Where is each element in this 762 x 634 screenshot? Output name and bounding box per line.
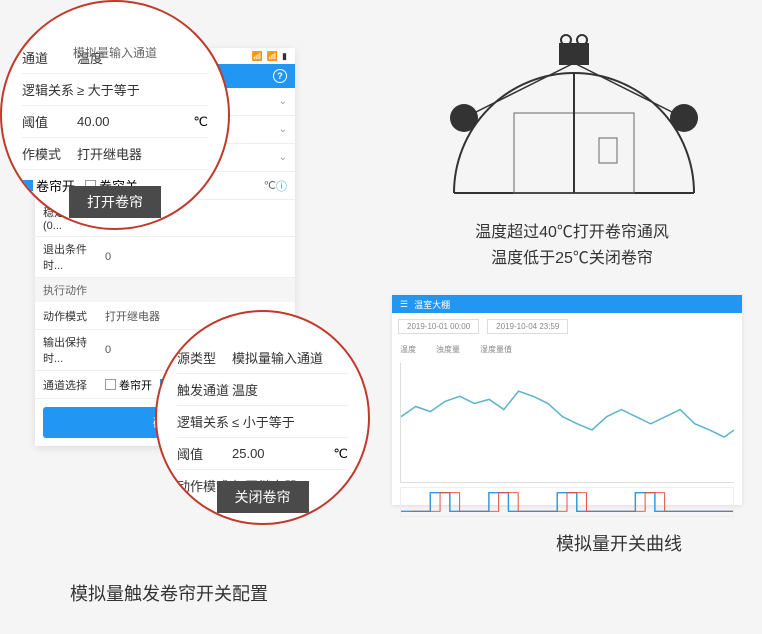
lens-title: 模拟量输入通道	[73, 44, 157, 61]
lens-open-curtain: 模拟量输入通道 通道 温度 逻辑关系 ≥ 大于等于 阈值 40.00 ℃ 作模式…	[0, 0, 230, 230]
lens-tag: 关闭卷帘	[217, 481, 309, 513]
chart-panel: ☰ 温室大棚 2019-10-01 00:00 2019-10-04 23:59…	[392, 295, 742, 505]
help-icon[interactable]: ?	[273, 69, 287, 83]
lens-row-logic: 逻辑关系 ≥ 大于等于	[22, 74, 208, 106]
label: 输出保持时...	[43, 334, 105, 366]
info-icon[interactable]: ⓘ	[276, 178, 287, 194]
unit: ℃	[264, 179, 276, 192]
chevron-down-icon: ⌄	[279, 124, 287, 135]
chart-caption: 模拟量开关曲线	[556, 530, 682, 556]
greenhouse-diagram	[434, 18, 714, 213]
lens-tag: 打开卷帘	[69, 186, 161, 218]
label: 退出条件时...	[43, 241, 105, 273]
signal-icon: 📶	[252, 51, 263, 62]
battery-icon: ▮	[282, 51, 287, 62]
lens-row-mode: 作模式 打开继电器	[22, 138, 208, 170]
lens-row-type: 源类型 模拟量输入通道	[177, 342, 348, 374]
section-action: 执行动作	[35, 278, 295, 302]
chart-digital-open	[400, 487, 734, 517]
chart-line-area	[400, 363, 734, 483]
chart-header: ☰ 温室大棚	[392, 295, 742, 313]
date-from[interactable]: 2019-10-01 00:00	[398, 319, 479, 334]
menu-icon[interactable]: ☰	[400, 299, 408, 310]
lens-row-logic: 逻辑关系 ≤ 小于等于	[177, 406, 348, 438]
value: 0	[105, 251, 287, 263]
lens-row-channel: 触发通道 温度	[177, 374, 348, 406]
lens-row-threshold: 阈值 25.00 ℃	[177, 438, 348, 470]
checkbox-open	[22, 180, 33, 191]
lens-close-curtain: 源类型 模拟量输入通道 触发通道 温度 逻辑关系 ≤ 小于等于 阈值 25.00…	[155, 310, 370, 525]
row-exit[interactable]: 退出条件时... 0	[35, 237, 295, 278]
chart-legend: 温度 浊度量 湿度量值	[392, 340, 742, 359]
chart-date-range: 2019-10-01 00:00 2019-10-04 23:59	[392, 313, 742, 340]
label: 通道选择	[43, 377, 105, 393]
greenhouse-caption: 温度超过40℃打开卷帘通风 温度低于25℃关闭卷帘	[422, 220, 722, 271]
chevron-down-icon: ⌄	[279, 96, 287, 107]
main-caption: 模拟量触发卷帘开关配置	[70, 580, 268, 606]
cb-label: 卷帘开	[119, 377, 152, 393]
chevron-down-icon: ⌄	[279, 152, 287, 163]
lens-row-threshold: 阈值 40.00 ℃	[22, 106, 208, 138]
wifi-icon: 📶	[267, 51, 278, 62]
chart-title: 温室大棚	[414, 298, 450, 311]
label: 动作模式	[43, 308, 105, 324]
date-to[interactable]: 2019-10-04 23:59	[487, 319, 568, 334]
checkbox-open[interactable]	[105, 379, 116, 390]
